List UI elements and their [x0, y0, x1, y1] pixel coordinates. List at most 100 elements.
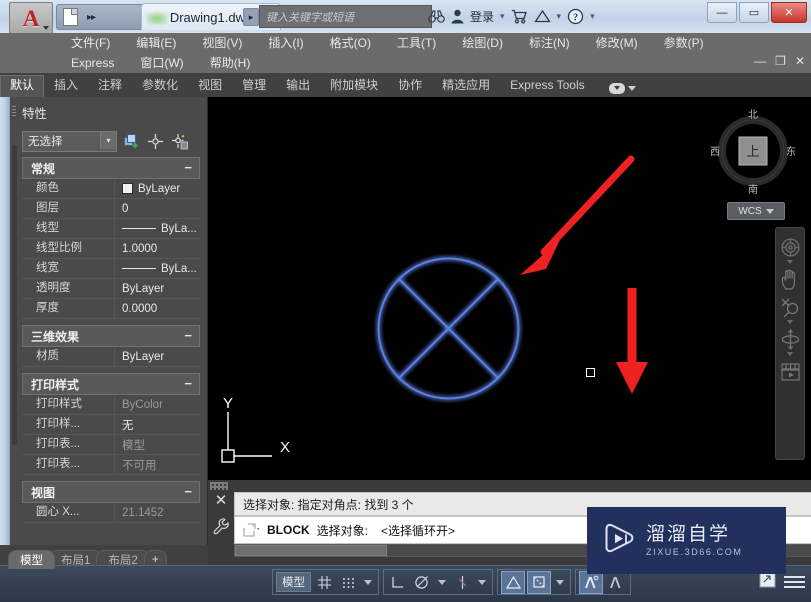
- tab-parametric[interactable]: 参数化: [132, 75, 188, 97]
- property-row-material[interactable]: 材质 ByLayer: [22, 347, 200, 367]
- tab-annotate[interactable]: 注释: [88, 75, 132, 97]
- property-value-cell[interactable]: ByLa...: [115, 263, 200, 275]
- polar-tracking-icon[interactable]: [411, 572, 433, 593]
- view-cube[interactable]: 上 北 南 东 西: [707, 105, 799, 197]
- tab-insert[interactable]: 插入: [44, 75, 88, 97]
- polar-settings-caret-icon[interactable]: [438, 579, 446, 585]
- chevron-down-icon[interactable]: [787, 260, 793, 264]
- grid-display-icon[interactable]: [313, 572, 335, 593]
- property-row-linetype[interactable]: 线型 ByLa...: [22, 219, 200, 239]
- property-row-layer[interactable]: 图层 0: [22, 199, 200, 219]
- navigation-bar[interactable]: [775, 227, 805, 460]
- help-caret-icon[interactable]: ▾: [590, 11, 595, 22]
- property-row-lineweight[interactable]: 线宽 ByLa...: [22, 259, 200, 279]
- property-row-color[interactable]: 颜色 ByLayer: [22, 179, 200, 199]
- orbit-icon[interactable]: [777, 326, 803, 353]
- ucs-settings-caret-icon[interactable]: [556, 579, 564, 585]
- property-row-linetype-scale[interactable]: 线型比例 1.0000: [22, 239, 200, 259]
- quick-select-icon[interactable]: [122, 132, 141, 151]
- zoom-icon[interactable]: [777, 294, 803, 321]
- user-icon[interactable]: [451, 9, 464, 24]
- quick-calc-icon[interactable]: [170, 132, 189, 151]
- section-header-plot-style[interactable]: 打印样式 −: [22, 373, 200, 395]
- menu-item-view[interactable]: 视图(V): [189, 33, 255, 53]
- menu-item-window[interactable]: 窗口(W): [127, 53, 196, 73]
- section-header-3d-visualization[interactable]: 三维效果 −: [22, 325, 200, 347]
- tab-addins[interactable]: 附加模块: [320, 75, 388, 97]
- property-value[interactable]: 1.0000: [115, 243, 200, 255]
- property-value[interactable]: 0.0000: [115, 303, 200, 315]
- property-row-transparency[interactable]: 透明度 ByLayer: [22, 279, 200, 299]
- doc-close-button[interactable]: ✕: [795, 54, 805, 68]
- property-row-plot-table-attached[interactable]: 打印表... 模型: [22, 435, 200, 455]
- property-value[interactable]: 无: [115, 417, 200, 433]
- isolate-objects-icon[interactable]: [758, 571, 777, 592]
- command-prompt-icon[interactable]: [243, 522, 260, 538]
- chevron-down-icon[interactable]: ▾: [100, 131, 116, 149]
- maximize-button[interactable]: ▭: [739, 2, 769, 23]
- menu-item-tools[interactable]: 工具(T): [384, 33, 449, 53]
- scrollbar-thumb[interactable]: [235, 545, 387, 556]
- property-row-plot-style[interactable]: 打印样式 ByColor: [22, 395, 200, 415]
- palette-title-strip[interactable]: [0, 97, 10, 545]
- cart-icon[interactable]: [511, 9, 528, 24]
- osnap-settings-caret-icon[interactable]: [478, 579, 486, 585]
- menu-item-insert[interactable]: 插入(I): [255, 33, 316, 53]
- property-value-cell[interactable]: ByLa...: [115, 223, 200, 235]
- object-snap-icon[interactable]: [451, 572, 473, 593]
- application-menu-button[interactable]: A: [9, 2, 53, 34]
- tab-collaborate[interactable]: 协作: [388, 75, 432, 97]
- search-input[interactable]: 键入关键字或短语: [259, 5, 432, 28]
- layout-tab-model[interactable]: 模型: [8, 550, 55, 569]
- chevron-down-icon[interactable]: [787, 352, 793, 356]
- drawing-canvas[interactable]: 选择对象: 上 北 南 东 西 WCS: [208, 97, 811, 510]
- command-line-grip[interactable]: [210, 482, 228, 490]
- dynamic-ucs-icon[interactable]: [527, 570, 551, 594]
- showmotion-icon[interactable]: [777, 358, 803, 385]
- menu-item-help[interactable]: 帮助(H): [197, 53, 264, 73]
- signin-caret-icon[interactable]: ▾: [500, 11, 505, 22]
- new-document-icon[interactable]: [63, 8, 78, 26]
- ortho-mode-icon[interactable]: [387, 572, 409, 593]
- 3d-object-snap-icon[interactable]: [501, 570, 525, 594]
- minimize-button[interactable]: —: [707, 2, 737, 23]
- circle-with-cross-geometry[interactable]: [374, 254, 523, 403]
- doc-minimize-button[interactable]: —: [754, 54, 766, 68]
- annotation-scale-icon[interactable]: [605, 572, 627, 593]
- doc-restore-button[interactable]: ❐: [775, 54, 786, 68]
- tab-manage[interactable]: 管理: [232, 75, 276, 97]
- close-button[interactable]: ✕: [771, 2, 807, 23]
- snap-settings-caret-icon[interactable]: [364, 579, 372, 585]
- menu-item-format[interactable]: 格式(O): [317, 33, 384, 53]
- chevron-down-icon[interactable]: [787, 320, 793, 324]
- palette-grip-handle[interactable]: [12, 145, 17, 445]
- collapse-icon[interactable]: −: [184, 377, 192, 390]
- property-row-plot-table-type[interactable]: 打印表... 不可用: [22, 455, 200, 475]
- pick-point-icon[interactable]: [146, 132, 165, 151]
- tab-express-tools[interactable]: Express Tools: [500, 75, 594, 97]
- customize-wrench-icon[interactable]: [213, 518, 229, 538]
- qat-overflow-icon[interactable]: ▸▸: [87, 12, 96, 23]
- autodesk-360-icon[interactable]: [533, 9, 551, 24]
- menu-item-edit[interactable]: 编辑(E): [123, 33, 189, 53]
- tab-home[interactable]: 默认: [0, 75, 45, 97]
- palette-drag-dots-icon[interactable]: [12, 106, 16, 118]
- section-header-general[interactable]: 常规 −: [22, 157, 200, 179]
- collapse-icon[interactable]: −: [184, 161, 192, 174]
- property-value-cell[interactable]: ByLayer: [115, 183, 200, 195]
- menu-item-dimension[interactable]: 标注(N): [516, 33, 583, 53]
- model-space-button[interactable]: 模型: [276, 572, 311, 592]
- property-row-center-x[interactable]: 圆心 X... 21.1452: [22, 503, 200, 523]
- menu-item-draw[interactable]: 绘图(D): [449, 33, 516, 53]
- tab-view[interactable]: 视图: [188, 75, 232, 97]
- ribbon-minimize-control[interactable]: [608, 83, 636, 97]
- a360-caret-icon[interactable]: ▾: [557, 11, 562, 22]
- menu-item-modify[interactable]: 修改(M): [583, 33, 651, 53]
- tab-featured-apps[interactable]: 精选应用: [432, 75, 500, 97]
- tab-next-arrow-icon[interactable]: ▸: [243, 8, 259, 26]
- property-value[interactable]: ByLayer: [115, 351, 200, 363]
- section-header-view[interactable]: 视图 −: [22, 481, 200, 503]
- snap-mode-icon[interactable]: [337, 572, 359, 593]
- collapse-icon[interactable]: −: [184, 485, 192, 498]
- help-icon[interactable]: ?: [567, 8, 584, 25]
